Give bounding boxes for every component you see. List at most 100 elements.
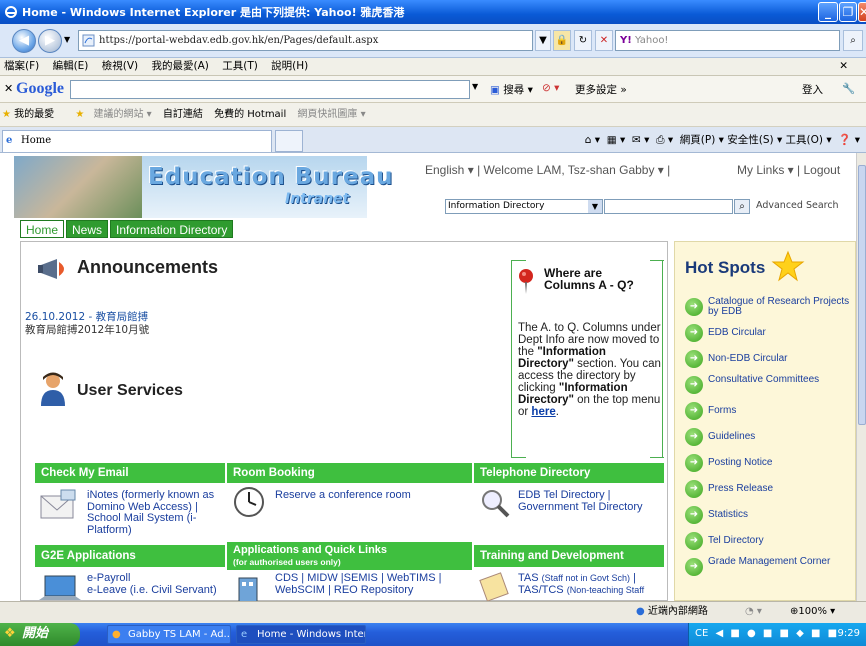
laptop-icon <box>39 575 81 600</box>
tel-directory-link[interactable]: EDB Tel Directory | Government Tel Direc… <box>518 489 663 513</box>
hot-spot-item[interactable]: ➜ EDB Circular <box>685 324 855 348</box>
globe-icon: ● <box>636 606 645 617</box>
fav-suggested[interactable]: 建議的網站 ▾ <box>94 109 152 120</box>
gbar-close-icon[interactable]: ✕ <box>4 82 13 95</box>
home-icon[interactable]: ⌂ ▾ <box>585 134 600 146</box>
language-select[interactable]: English ▾ <box>425 163 474 177</box>
inotes-link[interactable]: iNotes (formerly known as Domino Web Acc… <box>87 489 217 536</box>
eleave-link[interactable]: e-Leave (i.e. Civil Servant) <box>87 584 217 597</box>
menu-help[interactable]: 說明(H) <box>271 60 308 72</box>
here-link[interactable]: here <box>531 406 555 418</box>
hot-spot-item[interactable]: ➜ Posting Notice <box>685 454 855 478</box>
url-text: https://portal-webdav.edb.gov.hk/en/Page… <box>99 35 379 46</box>
url-input[interactable]: https://portal-webdav.edb.gov.hk/en/Page… <box>78 30 533 51</box>
notes-icon: ● <box>112 629 121 640</box>
hot-spot-label: Guidelines <box>708 431 756 442</box>
start-button[interactable]: ❖ 開始 <box>0 623 80 646</box>
command-menus[interactable]: 網頁(P) ▾ 安全性(S) ▾ 工具(O) ▾ <box>680 134 832 146</box>
help-icon[interactable]: ❓ ▾ <box>838 134 860 146</box>
google-dropdown-icon[interactable]: ▼ <box>472 82 478 91</box>
forward-button[interactable]: ▶ <box>38 29 62 53</box>
reserve-room-link[interactable]: Reserve a conference room <box>275 489 465 502</box>
tab-home[interactable]: e Home <box>2 130 272 152</box>
user-services-title: User Services <box>77 382 183 399</box>
lock-icon[interactable]: 🔒 <box>553 30 571 51</box>
google-search-input[interactable] <box>70 80 470 99</box>
google-search-button[interactable]: ▣ 搜尋 ▾ <box>490 82 533 97</box>
google-login[interactable]: 登入 <box>802 82 823 97</box>
epayroll-link[interactable]: e-Payroll <box>87 572 217 585</box>
columns-notice: Where are Columns A - Q? The A. to Q. Col… <box>511 260 664 458</box>
announcement-subtitle: 教育局館搏2012年10月號 <box>25 324 150 336</box>
site-title[interactable]: Education Bureau <box>148 164 394 190</box>
nav-information-directory[interactable]: Information Directory <box>110 220 234 238</box>
search-icon[interactable]: ⌕ <box>843 30 863 51</box>
menu-favorites[interactable]: 我的最愛(A) <box>151 60 208 72</box>
google-settings[interactable]: 更多設定 » <box>575 82 627 97</box>
cds-links[interactable]: CDS | MIDW |SEMIS | WebTIMS | WebSCIM | … <box>275 572 465 596</box>
user-icon <box>41 372 65 406</box>
mail-icon[interactable]: ✉ ▾ <box>632 134 649 146</box>
menu-view[interactable]: 檢視(V) <box>102 60 138 72</box>
tray-icons[interactable]: ◀ ■ ● ■ ■ ◆ ■ ■ <box>716 628 840 639</box>
nav-home[interactable]: Home <box>20 220 65 238</box>
window-title: Home - Windows Internet Explorer 是由下列提供:… <box>22 6 405 19</box>
favorites-label[interactable]: 我的最愛 <box>14 109 54 120</box>
arrow-right-icon: ➜ <box>685 350 703 368</box>
scrollbar-thumb[interactable] <box>858 165 866 425</box>
refresh-icon[interactable]: ↻ <box>574 30 592 51</box>
new-tab-button[interactable] <box>275 130 303 152</box>
hot-spot-item[interactable]: ➜ Tel Directory <box>685 532 855 556</box>
zoom-control[interactable]: ⊕100% ▾ <box>790 602 835 622</box>
hot-spot-label: Consultative Committees <box>708 374 820 385</box>
hot-spot-item[interactable]: ➜ Non-EDB Circular <box>685 350 855 374</box>
hot-spot-item[interactable]: ➜ Catalogue of Research Projects by EDB <box>685 297 855 322</box>
hot-spot-item[interactable]: ➜ Statistics <box>685 506 855 530</box>
clock[interactable]: 9:29 <box>838 623 860 645</box>
history-dropdown-icon[interactable]: ▼ <box>64 35 70 44</box>
nav-news[interactable]: News <box>66 220 109 238</box>
site-search-icon[interactable]: ⌕ <box>734 199 750 214</box>
wrench-icon[interactable]: 🔧 <box>842 82 855 95</box>
google-logo: Google <box>16 80 64 97</box>
hot-spot-item[interactable]: ➜ Press Release <box>685 480 855 504</box>
menu-tools[interactable]: 工具(T) <box>222 60 258 72</box>
fav-hotmail[interactable]: 免費的 Hotmail <box>214 109 286 120</box>
tas-link[interactable]: TAS (Staff not in Govt Sch) | <box>518 572 668 585</box>
search-placeholder: Yahoo! <box>635 35 669 46</box>
add-favorite-icon[interactable]: ★ <box>75 109 84 120</box>
protected-mode-icon[interactable]: ◔ ▾ <box>745 602 762 622</box>
advanced-search-link[interactable]: Advanced Search <box>756 200 839 211</box>
maximize-button[interactable]: ❐ <box>839 2 857 22</box>
fav-webslice[interactable]: 網頁快訊圖庫 ▾ <box>297 109 365 120</box>
top-links: English ▾ | Welcome LAM, Tsz-shan Gabby … <box>425 163 670 177</box>
close-button[interactable]: ✕ <box>858 2 866 22</box>
input-language[interactable]: CE <box>695 628 708 639</box>
arrow-right-icon: ➜ <box>685 454 703 472</box>
print-icon[interactable]: ⎙ ▾ <box>656 134 673 146</box>
search-scope-select[interactable]: Information Directory ▼ <box>445 199 603 214</box>
hot-spot-item[interactable]: ➜ Grade Management Corner <box>685 556 855 582</box>
minimize-button[interactable]: _ <box>818 2 838 22</box>
my-links[interactable]: My Links ▾ | Logout <box>737 163 840 177</box>
menu-edit[interactable]: 編輯(E) <box>53 60 89 72</box>
tas-tcs-link[interactable]: TAS/TCS (Non-teaching Staff <box>518 584 668 597</box>
back-button[interactable]: ◀ <box>12 29 36 53</box>
menubar-close-icon[interactable]: ✕ <box>839 58 848 75</box>
hot-spot-label: Grade Management Corner <box>708 556 831 567</box>
search-input[interactable]: Y! Yahoo! <box>615 30 840 51</box>
url-dropdown-icon[interactable]: ▼ <box>535 30 551 51</box>
feeds-icon[interactable]: ▦ ▾ <box>607 134 626 146</box>
welcome-user[interactable]: | Welcome LAM, Tsz-shan Gabby ▾ | <box>477 163 670 177</box>
hot-spot-item[interactable]: ➜ Consultative Committees <box>685 374 855 400</box>
stop-icon[interactable]: ✕ <box>595 30 613 51</box>
menu-file[interactable]: 檔案(F) <box>4 60 39 72</box>
hot-spot-item[interactable]: ➜ Guidelines <box>685 428 855 452</box>
taskbar-item-notes[interactable]: ● Gabby TS LAM - Ad... <box>107 625 231 644</box>
vertical-scrollbar[interactable] <box>856 153 866 601</box>
fav-custom-links[interactable]: 自訂連結 <box>163 109 203 120</box>
taskbar-item-ie[interactable]: e Home - Windows Inter... <box>236 625 366 644</box>
site-search-input[interactable] <box>604 199 733 214</box>
hot-spot-item[interactable]: ➜ Forms <box>685 402 855 426</box>
popup-blocker-icon[interactable]: ⊘ ▾ <box>542 82 559 94</box>
